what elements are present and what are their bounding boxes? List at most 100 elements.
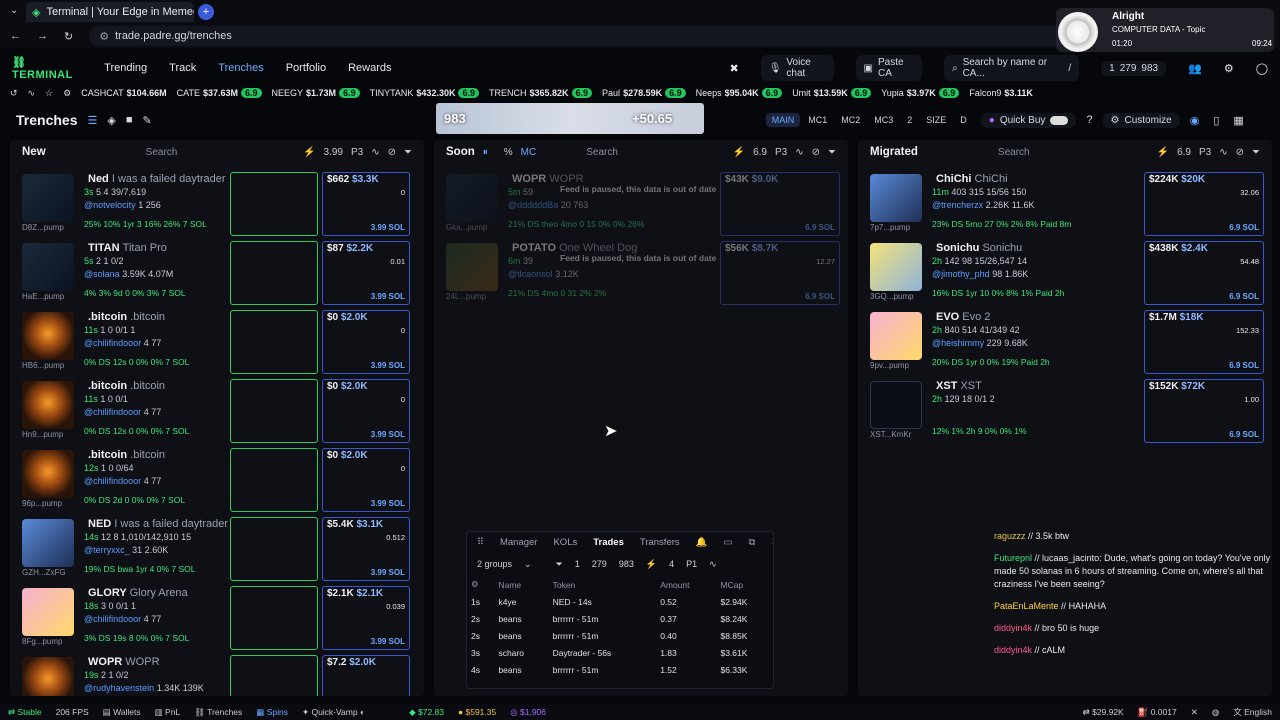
quick-buy-box[interactable]	[230, 241, 318, 305]
chart-icon[interactable]: ∿	[795, 147, 803, 158]
token-card[interactable]: 7p7...pump ChiChi ChiChi 11m 403 315 15/56…	[870, 172, 1264, 242]
token-address[interactable]: 9pv...pump	[870, 361, 909, 370]
token-address[interactable]: HaE...pump	[22, 292, 64, 301]
token-symbol[interactable]: ChiChi	[936, 173, 971, 185]
token-card[interactable]: XST...KmKr XST XST 2h 129 18 0/1 2 12% 1% …	[870, 379, 1264, 449]
token-symbol[interactable]: .bitcoin	[88, 380, 127, 392]
mode-3[interactable]: MC3	[868, 113, 899, 127]
filter-icon[interactable]: ⏷	[1252, 147, 1260, 158]
token-symbol[interactable]: EVO	[936, 311, 959, 323]
window-icon[interactable]: ▭	[724, 537, 733, 548]
token-symbol[interactable]: .bitcoin	[88, 449, 127, 461]
trader-name[interactable]: beans	[494, 661, 548, 678]
nav-trenches[interactable]: Trenches	[218, 62, 263, 74]
spins-button[interactable]: ▦ Spins	[256, 707, 288, 718]
quick-buy-box[interactable]	[230, 655, 318, 696]
filter-icon[interactable]: ⏷	[828, 147, 836, 158]
token-card[interactable]: 9pv...pump EVO Evo 2 2h 840 514 41/349 42 @…	[870, 310, 1264, 380]
ticker-item[interactable]: CASHCAT $104.66M	[81, 88, 166, 98]
creator-handle[interactable]: @jimothy_phd	[932, 269, 990, 279]
settings-icon[interactable]: ⚙	[1224, 62, 1234, 75]
quick-buy-box[interactable]	[230, 517, 318, 581]
price-box[interactable]: $1.7M $18K 152.33 6.9 SOL	[1144, 310, 1264, 374]
square-icon[interactable]: ■	[126, 114, 133, 126]
trade-token[interactable]: brrrrrr - 51m	[549, 661, 657, 678]
creator-handle[interactable]: @ddddddBa	[508, 200, 558, 210]
chart-icon[interactable]: ∿	[28, 88, 36, 99]
quick-vamp-toggle[interactable]: ✦ Quick-Vamp ◐	[302, 707, 365, 718]
token-image[interactable]	[22, 381, 74, 429]
tab-list-icon[interactable]: ⌄	[10, 5, 18, 16]
token-image[interactable]	[22, 657, 74, 696]
token-card[interactable]: 96p...pump .bitcoin .bitcoin 12s 1 0 0/64 @…	[22, 448, 414, 518]
percent-toggle[interactable]: %	[504, 147, 513, 158]
price-box[interactable]: $152K $72K 1.00 6.9 SOL	[1144, 379, 1264, 443]
chat-user[interactable]: diddyin4k	[994, 645, 1032, 655]
token-symbol[interactable]: TITAN	[88, 242, 120, 254]
token-card[interactable]: HaE...pump TITAN Titan Pro 5s 2 1 0/2 @sola…	[22, 241, 414, 311]
ticker-item[interactable]: TRENCH $365.82K 6.9	[489, 88, 593, 98]
token-address[interactable]: XST...KmKr	[870, 430, 911, 439]
buy-sol-button[interactable]: 6.9 SOL	[1229, 361, 1259, 370]
chart-icon[interactable]: ∿	[709, 559, 717, 570]
token-image[interactable]	[22, 588, 74, 636]
trade-row[interactable]: 2s beans brrrrrr - 51m 0.37 $8.24K	[467, 610, 773, 627]
token-symbol[interactable]: POTATO	[512, 242, 556, 254]
filter-icon[interactable]: ⏷	[404, 147, 412, 158]
token-card[interactable]: 8Fg...pump GLORY Glory Arena 18s 3 0 0/1 1…	[22, 586, 414, 656]
tab-transfers[interactable]: Transfers	[640, 537, 680, 548]
drag-handle-icon[interactable]: ⠿	[477, 537, 484, 548]
back-icon[interactable]: ←	[10, 30, 21, 42]
quick-buy-box[interactable]	[230, 448, 318, 512]
wallets-button[interactable]: ▤ Wallets	[103, 707, 141, 718]
token-image[interactable]	[446, 174, 498, 222]
ticker-item[interactable]: Yupia $3.97K 6.9	[881, 88, 960, 98]
token-symbol[interactable]: GLORY	[88, 587, 127, 599]
buy-sol-button[interactable]: 6.9 SOL	[1229, 430, 1259, 439]
buy-sol-button[interactable]: 3.99 SOL	[371, 223, 405, 232]
price-box[interactable]: $7.2 $2.0K	[322, 655, 410, 696]
token-image[interactable]	[870, 312, 922, 360]
tab-kols[interactable]: KOLs	[553, 537, 577, 548]
gear-icon[interactable]: ⚙	[63, 88, 71, 99]
token-symbol[interactable]: WOPR	[512, 173, 546, 185]
creator-handle[interactable]: @notvelocity	[84, 200, 136, 210]
trade-row[interactable]: 4s beans brrrrrr - 51m 1.52 $6.33K	[467, 661, 773, 678]
site-info-icon[interactable]: ⚙	[99, 30, 109, 43]
mode-2[interactable]: MC2	[835, 113, 866, 127]
trader-name[interactable]: scharo	[494, 644, 548, 661]
mute-icon[interactable]: ⊘	[812, 147, 820, 158]
token-card[interactable]: Hn9...pump .bitcoin .bitcoin 11s 1 0 0/1 @c…	[22, 379, 414, 449]
token-card[interactable]: WOPR WOPR 19s 2 1 0/2 @rudyhavenstein 1.34…	[22, 655, 414, 696]
mode-1[interactable]: MC1	[802, 113, 833, 127]
token-address[interactable]: HB6...pump	[22, 361, 64, 370]
chat-user[interactable]: PataEnLaMente	[994, 601, 1059, 611]
mode-4[interactable]: 2	[901, 113, 918, 127]
token-address[interactable]: 8Fg...pump	[22, 637, 62, 646]
promo-banner[interactable]: 983 +50.65	[436, 103, 704, 134]
chat-user[interactable]: diddyin4k	[994, 623, 1032, 633]
trade-token[interactable]: brrrrrr - 51m	[549, 610, 657, 627]
settings-x-icon[interactable]: ✖	[729, 62, 738, 75]
trader-name[interactable]: k4ye	[494, 593, 548, 610]
price-box[interactable]: $224K $20K 32.06 6.9 SOL	[1144, 172, 1264, 236]
price-box[interactable]: $87 $2.2K 0.01 3.99 SOL	[322, 241, 410, 305]
token-address[interactable]: 7p7...pump	[870, 223, 910, 232]
token-image[interactable]	[22, 312, 74, 360]
ticker-item[interactable]: NEEGY $1.73M 6.9	[272, 88, 360, 98]
token-symbol[interactable]: .bitcoin	[88, 311, 127, 323]
creator-handle[interactable]: @chilifindooor	[84, 614, 141, 624]
wallet-counts[interactable]: 1 279 983	[1101, 60, 1167, 76]
mute-icon[interactable]: ⊘	[1236, 147, 1244, 158]
buy-sol-button[interactable]: 6.9 SOL	[805, 292, 835, 301]
token-address[interactable]: 96p...pump	[22, 499, 62, 508]
buy-sol-button[interactable]: 6.9 SOL	[1229, 292, 1259, 301]
quick-buy-box[interactable]	[230, 586, 318, 650]
price-box[interactable]: $438K $2.4K 54.48 6.9 SOL	[1144, 241, 1264, 305]
token-image[interactable]	[446, 243, 498, 291]
preset-value[interactable]: 4	[669, 559, 674, 569]
ticker-item[interactable]: Umit $13.59K 6.9	[792, 88, 872, 98]
price-box[interactable]: $2.1K $2.1K 0.039 3.99 SOL	[322, 586, 410, 650]
expand-icon[interactable]: ⧉	[748, 537, 755, 548]
ticker-item[interactable]: CATE $37.63M 6.9	[177, 88, 262, 98]
